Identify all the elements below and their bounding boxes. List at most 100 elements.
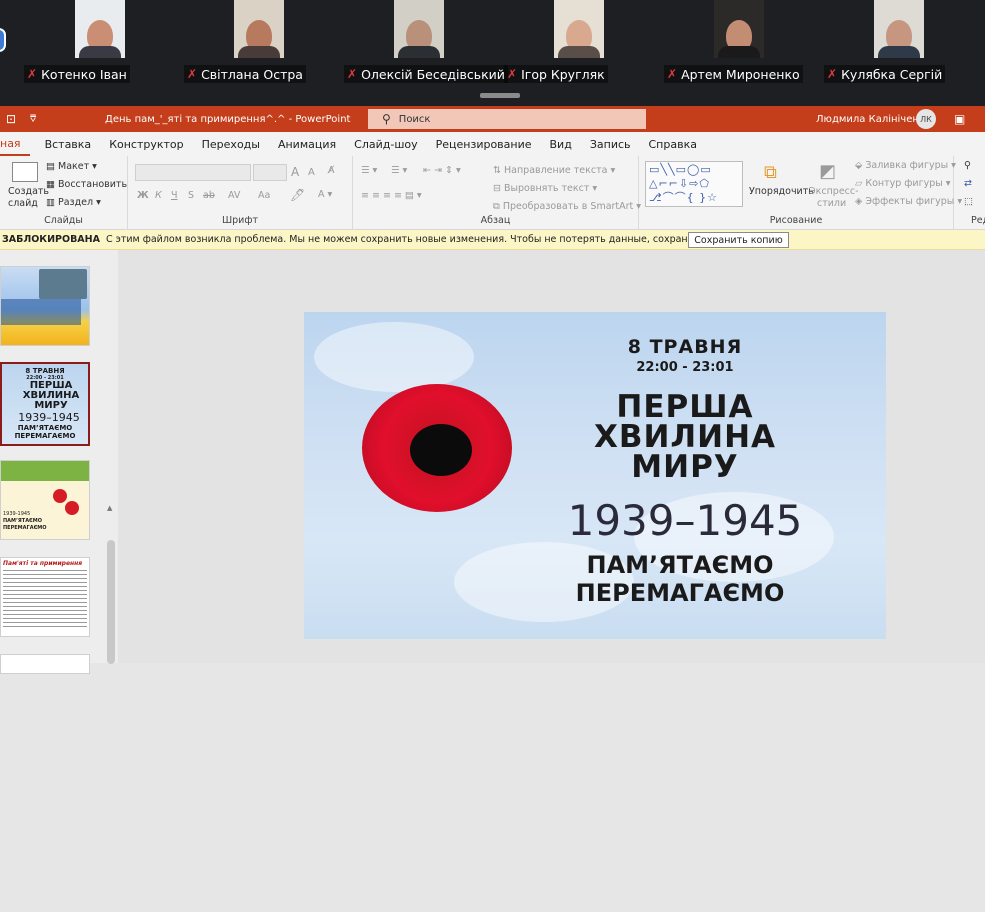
call-control-button[interactable]: [0, 28, 6, 52]
current-slide[interactable]: 8 ТРАВНЯ 22:00 - 23:01 ПЕРША ХВИЛИНА МИР…: [304, 312, 886, 639]
thumb-remember: ПАМ’ЯТАЄМО: [17, 424, 73, 432]
tab-animations[interactable]: Анимация: [269, 132, 345, 156]
thumbnail-header: [1, 461, 89, 481]
smartart-button[interactable]: ⧉ Преобразовать в SmartArt ▾: [493, 201, 641, 212]
group-label-font: Шрифт: [221, 215, 259, 226]
participant-name: ✗ Котенко Іван: [24, 65, 130, 83]
slide-thumbnail[interactable]: 1939-1945 ПАМ’ЯТАЄМО ПЕРЕМАГАЄМО: [0, 460, 90, 540]
find-icon[interactable]: ⚲: [964, 160, 971, 171]
participant-name: ✗ Кулябка Сергій: [824, 65, 946, 83]
participant-video: [714, 0, 764, 58]
tab-help[interactable]: Справка: [640, 132, 706, 156]
thumb4-title: Пам'яті та примирення: [3, 560, 83, 567]
tab-view[interactable]: Вид: [541, 132, 581, 156]
shape-effects-button[interactable]: ◈ Эффекты фигуры ▾: [855, 196, 962, 207]
thumb-win: ПЕРЕМАГАЄМО: [14, 432, 76, 440]
indent-icons[interactable]: ⇤ ⇥ ⇕ ▾: [423, 165, 461, 176]
shape-outline-button[interactable]: ▱ Контур фигуры ▾: [855, 178, 951, 189]
text-direction-button[interactable]: ⇅ Направление текста ▾: [493, 165, 615, 176]
slide-win: ПЕРЕМАГАЄМО: [575, 579, 785, 607]
bold-button[interactable]: Ж: [137, 190, 149, 201]
qat-dropdown-icon[interactable]: ⩢: [30, 114, 36, 125]
group-editing: ⚲ ⇄ ⬚ Ред: [954, 156, 985, 230]
message-bar: ЗАБЛОКИРОВАНА С этим файлом возникла про…: [0, 230, 985, 250]
align-icons[interactable]: ≡ ≡ ≡ ≡ ▤ ▾: [361, 190, 422, 201]
slide-line2: ХВИЛИНА: [593, 419, 777, 455]
highlight-icon[interactable]: 🖊: [290, 188, 305, 202]
group-label-drawing: Рисование: [769, 215, 823, 226]
slide-thumbnail[interactable]: Пам'яті та примирення: [0, 557, 90, 637]
strikethrough-button[interactable]: ab: [203, 190, 215, 201]
message-text: С этим файлом возникла проблема. Мы не м…: [105, 234, 784, 245]
tab-design[interactable]: Конструктор: [100, 132, 192, 156]
font-name-field[interactable]: [135, 164, 251, 181]
thumbnail-poppy: [53, 489, 67, 503]
group-label-paragraph: Абзац: [480, 215, 511, 226]
slide-thumbnail-selected[interactable]: 8 ТРАВНЯ 22:00 - 23:01 ПЕРША ХВИЛИНА МИР…: [0, 362, 90, 446]
slide-thumbnail[interactable]: [0, 654, 90, 674]
scrollbar-thumb[interactable]: [107, 540, 115, 664]
new-slide-button-label2[interactable]: слайд: [8, 198, 38, 209]
search-icon: ⚲: [382, 112, 391, 126]
shadow-button[interactable]: S: [188, 190, 194, 201]
section-button[interactable]: ▥ Раздел ▾: [46, 197, 101, 208]
slide-time: 22:00 - 23:01: [636, 360, 734, 375]
select-icon[interactable]: ⬚: [964, 196, 973, 207]
shape-fill-button[interactable]: ⬙ Заливка фигуры ▾: [855, 160, 956, 171]
quick-styles-button[interactable]: Экспресс-: [809, 186, 859, 197]
ribbon-tabs: ная Вставка Конструктор Переходы Анимаци…: [0, 132, 985, 156]
arrange-button[interactable]: Упорядочить: [749, 186, 814, 197]
char-spacing-button[interactable]: AV: [228, 190, 240, 201]
font-size-field[interactable]: [253, 164, 287, 181]
italic-button[interactable]: К: [155, 190, 162, 201]
slide-date: 8 ТРАВНЯ: [627, 336, 743, 358]
present-icon[interactable]: ⊡: [6, 112, 16, 126]
new-slide-icon[interactable]: [12, 162, 38, 182]
bullets-icon[interactable]: ☰ ▾: [361, 165, 377, 176]
new-slide-button[interactable]: Создать: [8, 186, 49, 197]
slide-line1: ПЕРША: [616, 389, 754, 425]
slide-remember: ПАМ’ЯТАЄМО: [586, 551, 774, 579]
muted-mic-icon: ✗: [667, 67, 678, 81]
scroll-up-icon[interactable]: ▲: [107, 504, 112, 512]
change-case-button[interactable]: Aa: [258, 190, 270, 201]
thumb3-years: 1939-1945: [3, 511, 31, 517]
participant-video: [75, 0, 125, 58]
clear-format-icon[interactable]: A̸: [328, 165, 335, 176]
grow-font-button[interactable]: A: [291, 165, 299, 179]
tab-slideshow[interactable]: Слайд-шоу: [345, 132, 426, 156]
arrange-icon[interactable]: ⧉: [764, 162, 777, 183]
shrink-font-button[interactable]: A: [308, 167, 315, 178]
tab-home[interactable]: ная: [0, 132, 30, 156]
thumb-line3: МИРУ: [34, 400, 68, 411]
thumbnail-text-block: [1, 299, 81, 325]
slide-line3: МИРУ: [631, 449, 739, 485]
ribbon-display-icon[interactable]: ▣: [954, 112, 965, 126]
numbering-icon[interactable]: ☰ ▾: [391, 165, 407, 176]
align-text-button[interactable]: ⊟ Выровнять текст ▾: [493, 183, 597, 194]
tab-insert[interactable]: Вставка: [30, 132, 101, 156]
thumb-date: 8 ТРАВНЯ: [25, 367, 65, 375]
thumbnail-text-lines: [3, 570, 87, 630]
layout-button[interactable]: ▤ Макет ▾: [46, 161, 97, 172]
participant-video: [874, 0, 924, 58]
replace-icon[interactable]: ⇄: [964, 178, 972, 189]
tab-record[interactable]: Запись: [581, 132, 640, 156]
thumbnail-poppy: [65, 501, 79, 515]
tab-transitions[interactable]: Переходы: [193, 132, 269, 156]
save-copy-button[interactable]: Сохранить копию: [688, 232, 789, 248]
participant-name: ✗ Світлана Остра: [184, 65, 306, 83]
search-box[interactable]: ⚲ Поиск: [368, 109, 646, 129]
avatar[interactable]: ЛК: [916, 109, 936, 129]
strip-collapse-handle[interactable]: [480, 93, 520, 98]
thumbnail-scrollbar[interactable]: ▲: [105, 504, 117, 912]
underline-button[interactable]: Ч: [171, 190, 178, 201]
quick-styles-label2[interactable]: стили: [817, 198, 846, 209]
slide-thumbnail[interactable]: [0, 266, 90, 346]
font-color-icon[interactable]: A ▾: [318, 189, 332, 200]
tab-review[interactable]: Рецензирование: [427, 132, 541, 156]
shapes-gallery[interactable]: ▭╲╲▭◯▭ △⌐⌐⇩⇨⬠ ⎇⌒⌒{ }☆: [645, 161, 743, 207]
participant-video: [554, 0, 604, 58]
reset-button[interactable]: ▦ Восстановить: [46, 179, 127, 190]
quick-styles-icon[interactable]: ◩: [819, 161, 836, 182]
